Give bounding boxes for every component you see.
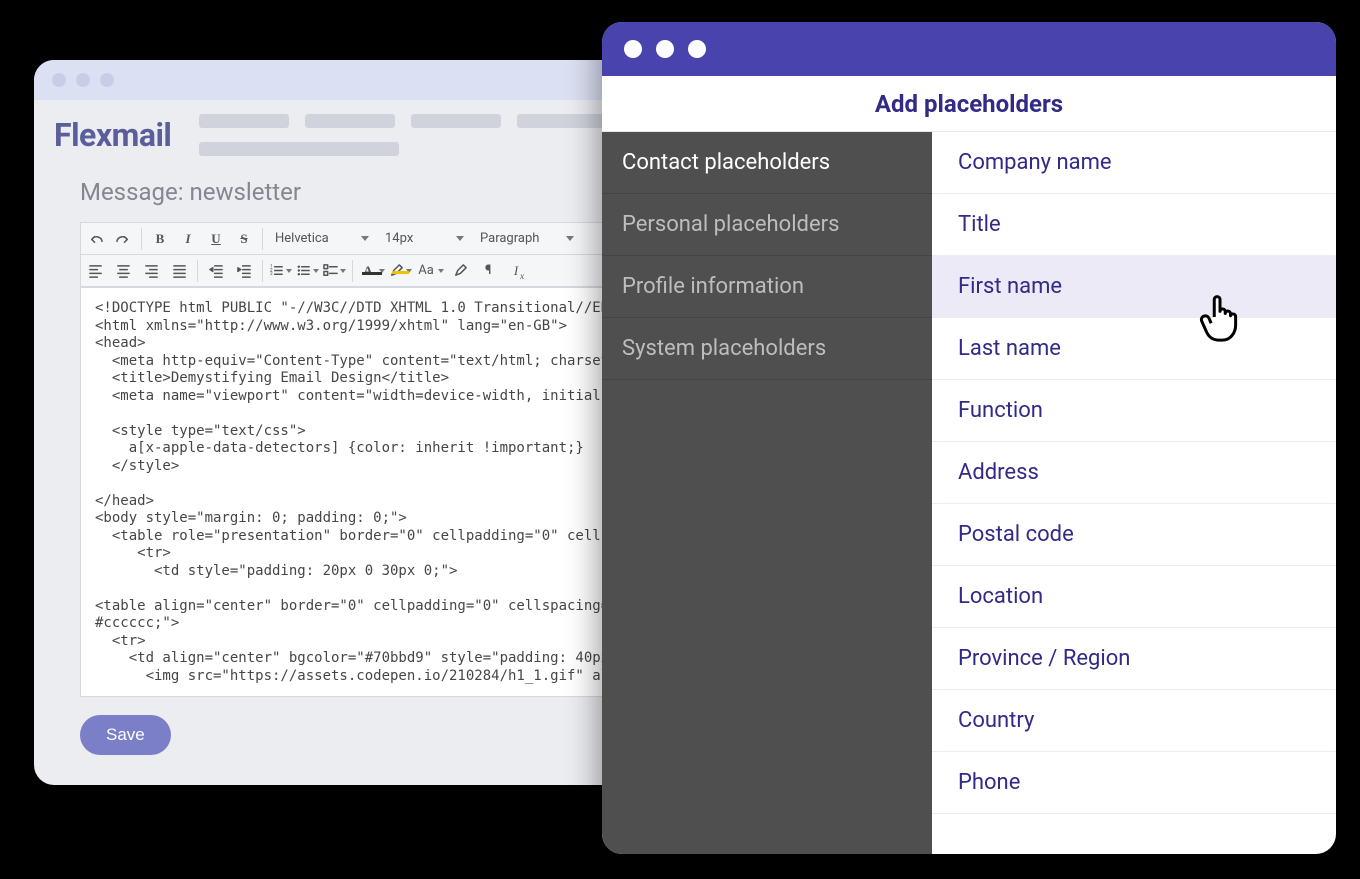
- toolbar-separator: [141, 228, 142, 250]
- placeholders-window: Add placeholders Contact placeholders Pe…: [602, 22, 1336, 854]
- toolbar-separator: [262, 228, 263, 250]
- skeleton-bar: [305, 114, 395, 128]
- chevron-down-icon: [379, 269, 385, 273]
- chevron-down-icon: [406, 269, 412, 273]
- align-left-button[interactable]: [81, 257, 109, 285]
- chevron-down-icon: [361, 236, 369, 241]
- category-personal[interactable]: Personal placeholders: [602, 194, 932, 256]
- indent-button[interactable]: [230, 257, 258, 285]
- undo-button[interactable]: [81, 225, 109, 253]
- category-system[interactable]: System placeholders: [602, 318, 932, 380]
- text-color-button[interactable]: A: [357, 263, 387, 279]
- save-button[interactable]: Save: [80, 715, 171, 755]
- skeleton-bar: [199, 114, 289, 128]
- underline-button[interactable]: U: [202, 225, 230, 253]
- placeholder-category-sidebar: Contact placeholders Personal placeholde…: [602, 132, 932, 854]
- chevron-down-icon: [456, 236, 464, 241]
- placeholder-item-last-name[interactable]: Last name: [932, 318, 1336, 380]
- checklist-button[interactable]: [321, 263, 348, 278]
- bold-button[interactable]: B: [146, 225, 174, 253]
- chevron-down-icon: [340, 269, 346, 273]
- skeleton-bar: [199, 142, 399, 156]
- category-contact[interactable]: Contact placeholders: [602, 132, 932, 194]
- toolbar-separator: [352, 260, 353, 282]
- skeleton-bar: [517, 114, 607, 128]
- format-painter-button[interactable]: [446, 257, 474, 285]
- placeholders-titlebar: [602, 22, 1336, 76]
- chevron-down-icon: [286, 269, 292, 273]
- align-right-button[interactable]: [137, 257, 165, 285]
- window-dot: [100, 73, 114, 87]
- redo-button[interactable]: [109, 225, 137, 253]
- font-family-select[interactable]: Helvetica: [267, 231, 377, 246]
- placeholders-title: Add placeholders: [602, 76, 1336, 132]
- placeholder-item-location[interactable]: Location: [932, 566, 1336, 628]
- highlight-color-button[interactable]: [387, 263, 414, 278]
- strike-button[interactable]: S: [230, 225, 258, 253]
- placeholder-item-postal-code[interactable]: Postal code: [932, 504, 1336, 566]
- ordered-list-button[interactable]: 123: [267, 263, 294, 278]
- category-profile[interactable]: Profile information: [602, 256, 932, 318]
- clear-formatting-button[interactable]: Ix: [502, 257, 530, 285]
- placeholder-item-company-name[interactable]: Company name: [932, 132, 1336, 194]
- block-format-select[interactable]: Paragraph: [472, 231, 582, 246]
- brand-logo: Flexmail: [54, 116, 171, 154]
- paragraph-marks-button[interactable]: ¶: [474, 257, 502, 285]
- align-justify-button[interactable]: [165, 257, 193, 285]
- window-dot: [624, 40, 642, 58]
- font-family-value: Helvetica: [275, 231, 329, 246]
- placeholder-item-country[interactable]: Country: [932, 690, 1336, 752]
- font-size-value: 14px: [385, 231, 413, 246]
- placeholder-item-list: Company name Title First name Last name …: [932, 132, 1336, 854]
- placeholder-item-function[interactable]: Function: [932, 380, 1336, 442]
- outdent-button[interactable]: [202, 257, 230, 285]
- window-dot: [656, 40, 674, 58]
- window-dot: [76, 73, 90, 87]
- skeleton-bar: [411, 114, 501, 128]
- font-size-select[interactable]: 14px: [377, 231, 472, 246]
- svg-text:3: 3: [270, 271, 273, 277]
- window-dot: [688, 40, 706, 58]
- font-case-button[interactable]: Aa: [414, 263, 446, 278]
- placeholder-item-phone[interactable]: Phone: [932, 752, 1336, 814]
- italic-button[interactable]: I: [174, 225, 202, 253]
- placeholder-item-first-name[interactable]: First name: [932, 256, 1336, 318]
- chevron-down-icon: [438, 269, 444, 273]
- unordered-list-button[interactable]: [294, 263, 321, 278]
- placeholder-item-address[interactable]: Address: [932, 442, 1336, 504]
- block-format-value: Paragraph: [480, 231, 539, 246]
- align-center-button[interactable]: [109, 257, 137, 285]
- chevron-down-icon: [566, 236, 574, 241]
- chevron-down-icon: [313, 269, 319, 273]
- window-dot: [52, 73, 66, 87]
- placeholder-item-title[interactable]: Title: [932, 194, 1336, 256]
- placeholder-item-province[interactable]: Province / Region: [932, 628, 1336, 690]
- toolbar-separator: [197, 260, 198, 282]
- toolbar-separator: [262, 260, 263, 282]
